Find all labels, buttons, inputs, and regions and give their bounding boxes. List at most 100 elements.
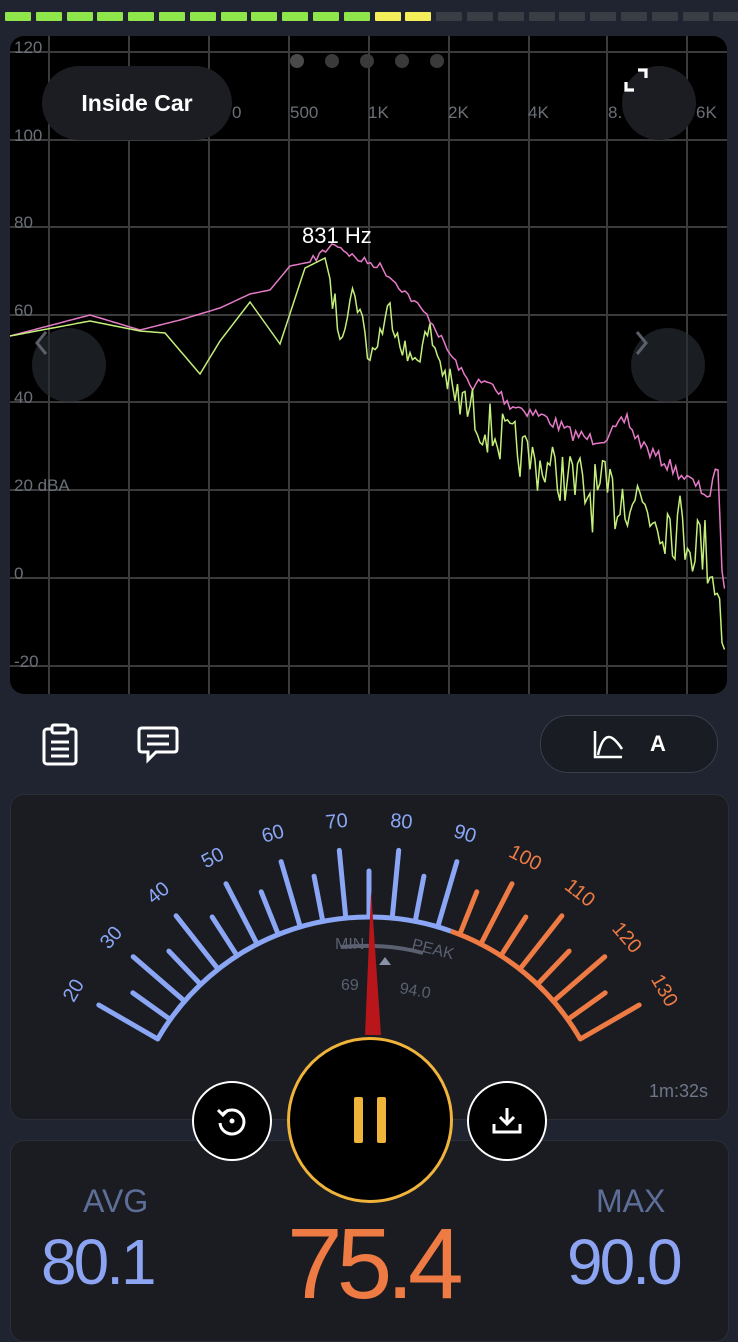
meter-tick <box>258 889 281 937</box>
pause-icon <box>354 1097 386 1143</box>
meter-scale-label: 60 <box>259 820 287 847</box>
level-segment <box>128 12 155 21</box>
live-spectrum-trace <box>10 256 726 650</box>
page-dot[interactable] <box>395 54 409 68</box>
peak-label: PEAK <box>410 936 456 963</box>
level-segment <box>35 12 62 21</box>
page-dot[interactable] <box>360 54 374 68</box>
max-value: 90.0 <box>567 1226 683 1298</box>
meter-tick <box>278 859 303 930</box>
weighting-curve-icon <box>593 731 624 759</box>
meter-tick <box>565 990 608 1022</box>
db-tick-label: 80 <box>14 213 33 232</box>
level-meter-bar <box>0 0 738 24</box>
reset-button[interactable] <box>192 1081 272 1161</box>
expand-icon <box>624 68 648 92</box>
level-segment <box>621 12 647 21</box>
page-indicator <box>290 54 444 68</box>
meter-scale-label: 20 <box>59 976 89 1006</box>
weighting-selector[interactable]: A <box>540 715 718 773</box>
meter-tick <box>336 847 349 921</box>
meter-tick <box>517 913 565 972</box>
level-segment <box>66 12 93 21</box>
preset-selector[interactable]: Inside Car <box>42 66 232 140</box>
level-segment <box>713 12 738 21</box>
meter-tick <box>166 948 204 987</box>
db-tick-label: -20 <box>14 652 39 671</box>
previous-page-button[interactable] <box>32 328 106 402</box>
meter-scale-label: 110 <box>560 875 599 912</box>
meter-tick <box>130 954 188 1004</box>
frequency-tick-label: 6K <box>696 103 717 122</box>
level-segment <box>528 12 555 21</box>
db-tick-label: 40 <box>14 388 33 407</box>
meter-tick <box>96 1002 161 1042</box>
meter-scale-arc-orange <box>450 928 583 1041</box>
elapsed-time: 1m:32s <box>648 1081 708 1101</box>
meter-tick <box>478 881 515 947</box>
level-segment <box>189 12 216 21</box>
meter-tick <box>534 948 572 987</box>
frequency-tick-label: 4K <box>528 103 549 122</box>
frequency-tick-label: 2K <box>448 103 469 122</box>
next-page-button[interactable] <box>631 328 705 402</box>
level-segment <box>220 12 247 21</box>
meter-tick <box>389 847 402 921</box>
meter-tick <box>498 914 529 959</box>
spectrum-panel[interactable]: 120 100 80 60 40 20 dBA 0 -20 0 500 1K 2K 4K 8. 6K 831 … <box>10 36 727 694</box>
clipboard-icon <box>42 723 78 766</box>
level-segment <box>251 12 278 21</box>
frequency-tick-label: 500 <box>290 103 318 122</box>
level-segment <box>282 12 309 21</box>
meter-tick <box>577 1002 642 1042</box>
level-segment <box>436 12 463 21</box>
meter-scale-label: 40 <box>143 878 174 909</box>
level-segment <box>405 12 432 21</box>
meter-tick <box>311 873 326 924</box>
min-label: MIN <box>335 936 364 953</box>
db-tick-label: 60 <box>14 301 33 320</box>
clipboard-button[interactable] <box>40 722 80 766</box>
meter-tick <box>223 881 260 947</box>
meter-scale-label: 30 <box>96 922 127 953</box>
max-spectrum-trace <box>10 243 726 589</box>
comment-button[interactable] <box>136 722 179 766</box>
meter-scale-label: 120 <box>607 918 645 958</box>
meter-scale-label: 70 <box>325 810 349 834</box>
meter-tick <box>412 873 427 924</box>
level-segment <box>559 12 586 21</box>
max-label: MAX <box>596 1183 666 1219</box>
download-button[interactable] <box>467 1081 547 1161</box>
weighting-label: A <box>650 731 666 756</box>
meter-scale-label: 130 <box>646 971 682 1011</box>
meter-tick <box>173 913 221 972</box>
peak-value: 94.0 <box>398 980 432 1002</box>
level-segment <box>313 12 339 21</box>
chevron-right-icon <box>635 331 648 355</box>
pause-button[interactable] <box>287 1037 453 1203</box>
page-dot[interactable] <box>290 54 304 68</box>
level-segment <box>159 12 185 21</box>
frequency-tick-label: 1K <box>368 103 389 122</box>
level-segment <box>590 12 617 21</box>
level-segment <box>97 12 124 21</box>
current-value: 75.4 <box>287 1208 464 1320</box>
meter-scale-arc-blue <box>155 914 452 1041</box>
download-icon <box>492 1108 522 1134</box>
db-tick-label: 120 <box>14 38 42 57</box>
page-dot[interactable] <box>325 54 339 68</box>
avg-value: 80.1 <box>41 1226 157 1298</box>
db-tick-label: 100 <box>14 126 42 145</box>
meter-tick <box>435 859 460 930</box>
preset-label: Inside Car <box>81 89 193 116</box>
meter-tick <box>130 990 173 1022</box>
level-segment <box>343 12 370 21</box>
level-segment <box>467 12 493 21</box>
avg-label: AVG <box>83 1183 149 1219</box>
min-peak-marker <box>379 957 391 965</box>
fullscreen-button[interactable] <box>622 66 696 140</box>
page-dot[interactable] <box>430 54 444 68</box>
db-tick-label: 20 dBA <box>14 476 70 495</box>
db-tick-label: 0 <box>14 564 23 583</box>
meter-tick <box>457 889 480 937</box>
